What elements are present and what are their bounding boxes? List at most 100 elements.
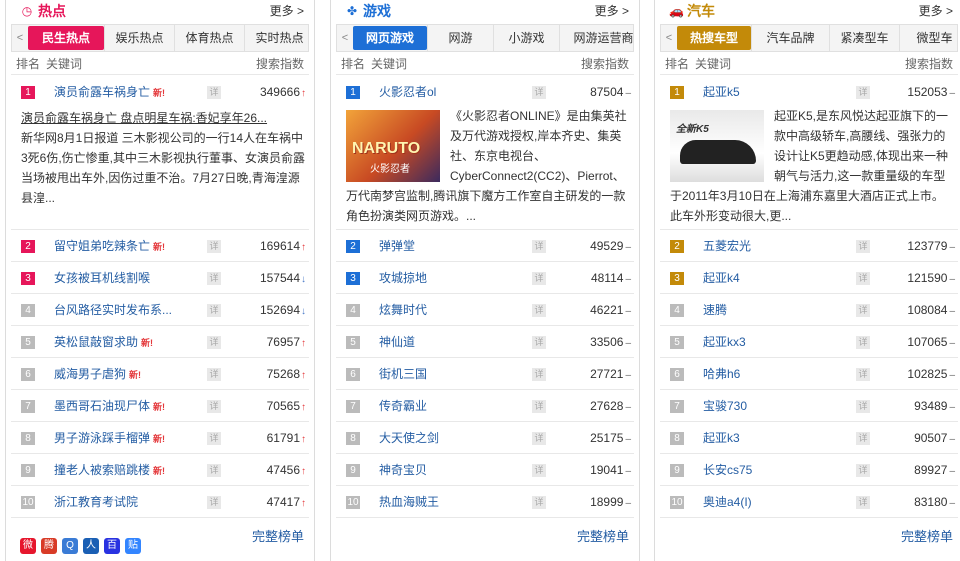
tab-item[interactable]: 汽车品牌 xyxy=(751,25,829,51)
detail-button[interactable]: 详 xyxy=(532,496,546,509)
keyword-link[interactable]: 撞老人被索赔跳楼 新! xyxy=(54,462,165,479)
tab-item[interactable]: 民生热点 xyxy=(28,26,104,50)
ranking-row[interactable]: 3 起亚k4 详 121590– xyxy=(655,262,960,294)
detail-button[interactable]: 详 xyxy=(532,464,546,477)
ranking-row[interactable]: 10 热血海贼王 详 18999– xyxy=(331,486,639,518)
keyword-link[interactable]: 火影忍者ol xyxy=(379,84,436,100)
ranking-row[interactable]: 1 火影忍者ol 详 87504– xyxy=(331,76,639,108)
keyword-link[interactable]: 奥迪a4(I) xyxy=(703,494,752,510)
baidu-share-icon[interactable]: 百 xyxy=(104,538,120,554)
full-list-link[interactable]: 完整榜单 xyxy=(901,526,953,545)
detail-button[interactable]: 详 xyxy=(856,368,870,381)
detail-button[interactable]: 详 xyxy=(207,368,221,381)
keyword-link[interactable]: 五菱宏光 xyxy=(703,238,751,254)
weibo-share-icon[interactable]: 微 xyxy=(20,538,36,554)
ranking-row[interactable]: 5 神仙道 详 33506– xyxy=(331,326,639,358)
chevron-left-icon[interactable]: < xyxy=(12,25,28,51)
keyword-link[interactable]: 传奇霸业 xyxy=(379,398,427,414)
ranking-row[interactable]: 10 浙江教育考试院 详 47417↑ xyxy=(6,486,314,518)
ranking-row[interactable]: 5 英松鼠敲窗求助 新! 详 76957↑ xyxy=(6,326,314,358)
keyword-link[interactable]: 速腾 xyxy=(703,302,727,318)
top-news-link[interactable]: 演员俞露车祸身亡 盘点明星车祸:香妃享年26... xyxy=(21,108,306,128)
chevron-left-icon[interactable]: < xyxy=(337,25,353,51)
ranking-row[interactable]: 5 起亚kx3 详 107065– xyxy=(655,326,960,358)
detail-button[interactable]: 详 xyxy=(532,240,546,253)
ranking-row[interactable]: 8 男子游泳踩手榴弹 新! 详 61791↑ xyxy=(6,422,314,454)
ranking-row[interactable]: 6 哈弗h6 详 102825– xyxy=(655,358,960,390)
keyword-link[interactable]: 起亚k4 xyxy=(703,270,740,286)
detail-button[interactable]: 详 xyxy=(856,336,870,349)
keyword-link[interactable]: 女孩被耳机线割喉 xyxy=(54,270,150,286)
detail-button[interactable]: 详 xyxy=(207,432,221,445)
chevron-left-icon[interactable]: < xyxy=(661,25,677,51)
keyword-link[interactable]: 宝骏730 xyxy=(703,398,747,414)
detail-button[interactable]: 详 xyxy=(207,86,221,99)
detail-button[interactable]: 详 xyxy=(532,368,546,381)
tab-item[interactable]: 实时热点 xyxy=(244,25,314,51)
keyword-link[interactable]: 神仙道 xyxy=(379,334,415,350)
ranking-row[interactable]: 6 威海男子虐狗 新! 详 75268↑ xyxy=(6,358,314,390)
ranking-row[interactable]: 9 长安cs75 详 89927– xyxy=(655,454,960,486)
tab-item[interactable]: 网游运营商 xyxy=(559,25,647,51)
keyword-link[interactable]: 英松鼠敲窗求助 新! xyxy=(54,334,153,351)
tab-item[interactable]: 小游戏 xyxy=(493,25,559,51)
tab-item[interactable]: 体育热点 xyxy=(174,25,244,51)
ranking-row[interactable]: 1 起亚k5 详 152053– xyxy=(655,76,960,108)
keyword-link[interactable]: 起亚k5 xyxy=(703,84,740,100)
keyword-link[interactable]: 男子游泳踩手榴弹 新! xyxy=(54,430,165,447)
detail-button[interactable]: 详 xyxy=(207,240,221,253)
ranking-row[interactable]: 3 攻城掠地 详 48114– xyxy=(331,262,639,294)
keyword-link[interactable]: 留守姐弟吃辣条亡 新! xyxy=(54,238,165,255)
keyword-link[interactable]: 炫舞时代 xyxy=(379,302,427,318)
keyword-link[interactable]: 哈弗h6 xyxy=(703,366,740,382)
detail-button[interactable]: 详 xyxy=(532,432,546,445)
detail-button[interactable]: 详 xyxy=(532,304,546,317)
tab-item[interactable]: 微型车 xyxy=(899,25,960,51)
keyword-link[interactable]: 浙江教育考试院 xyxy=(54,494,138,510)
detail-button[interactable]: 详 xyxy=(856,432,870,445)
detail-button[interactable]: 详 xyxy=(532,336,546,349)
detail-button[interactable]: 详 xyxy=(207,272,221,285)
keyword-link[interactable]: 起亚kx3 xyxy=(703,334,746,350)
ranking-row[interactable]: 9 撞老人被索赔跳楼 新! 详 47456↑ xyxy=(6,454,314,486)
ranking-row[interactable]: 4 台风路径实时发布系... 详 152694↓ xyxy=(6,294,314,326)
detail-button[interactable]: 详 xyxy=(532,86,546,99)
tab-item[interactable]: 网游 xyxy=(427,25,493,51)
detail-button[interactable]: 详 xyxy=(856,304,870,317)
detail-button[interactable]: 详 xyxy=(532,400,546,413)
detail-button[interactable]: 详 xyxy=(856,272,870,285)
ranking-row[interactable]: 8 起亚k3 详 90507– xyxy=(655,422,960,454)
tab-item[interactable]: 紧凑型车 xyxy=(829,25,899,51)
full-list-link[interactable]: 完整榜单 xyxy=(252,526,304,545)
ranking-row[interactable]: 8 大天使之剑 详 25175– xyxy=(331,422,639,454)
ranking-row[interactable]: 4 炫舞时代 详 46221– xyxy=(331,294,639,326)
ranking-row[interactable]: 7 传奇霸业 详 27628– xyxy=(331,390,639,422)
detail-button[interactable]: 详 xyxy=(856,496,870,509)
detail-button[interactable]: 详 xyxy=(856,464,870,477)
keyword-link[interactable]: 攻城掠地 xyxy=(379,270,427,286)
keyword-link[interactable]: 威海男子虐狗 新! xyxy=(54,366,141,383)
ranking-row[interactable]: 7 宝骏730 详 93489– xyxy=(655,390,960,422)
ranking-row[interactable]: 7 墨西哥石油现尸体 新! 详 70565↑ xyxy=(6,390,314,422)
ranking-row[interactable]: 3 女孩被耳机线割喉 详 157544↓ xyxy=(6,262,314,294)
keyword-link[interactable]: 台风路径实时发布系... xyxy=(54,302,172,318)
tab-item[interactable]: 娱乐热点 xyxy=(104,25,174,51)
detail-button[interactable]: 详 xyxy=(856,86,870,99)
keyword-link[interactable]: 演员俞露车祸身亡 新! xyxy=(54,84,165,101)
ranking-row[interactable]: 2 留守姐弟吃辣条亡 新! 详 169614↑ xyxy=(6,230,314,262)
renren-share-icon[interactable]: 人 xyxy=(83,538,99,554)
ranking-row[interactable]: 2 五菱宏光 详 123779– xyxy=(655,230,960,262)
detail-button[interactable]: 详 xyxy=(856,240,870,253)
ranking-row[interactable]: 6 街机三国 详 27721– xyxy=(331,358,639,390)
full-list-link[interactable]: 完整榜单 xyxy=(577,526,629,545)
more-link[interactable]: 更多 > xyxy=(595,3,629,19)
more-link[interactable]: 更多 > xyxy=(270,3,304,19)
more-link[interactable]: 更多 > xyxy=(919,3,953,19)
detail-button[interactable]: 详 xyxy=(207,336,221,349)
ranking-row[interactable]: 2 弹弹堂 详 49529– xyxy=(331,230,639,262)
keyword-link[interactable]: 神奇宝贝 xyxy=(379,462,427,478)
detail-button[interactable]: 详 xyxy=(532,272,546,285)
qzone-share-icon[interactable]: Q xyxy=(62,538,78,554)
keyword-link[interactable]: 弹弹堂 xyxy=(379,238,415,254)
tab-item[interactable]: 网页游戏 xyxy=(353,26,427,50)
